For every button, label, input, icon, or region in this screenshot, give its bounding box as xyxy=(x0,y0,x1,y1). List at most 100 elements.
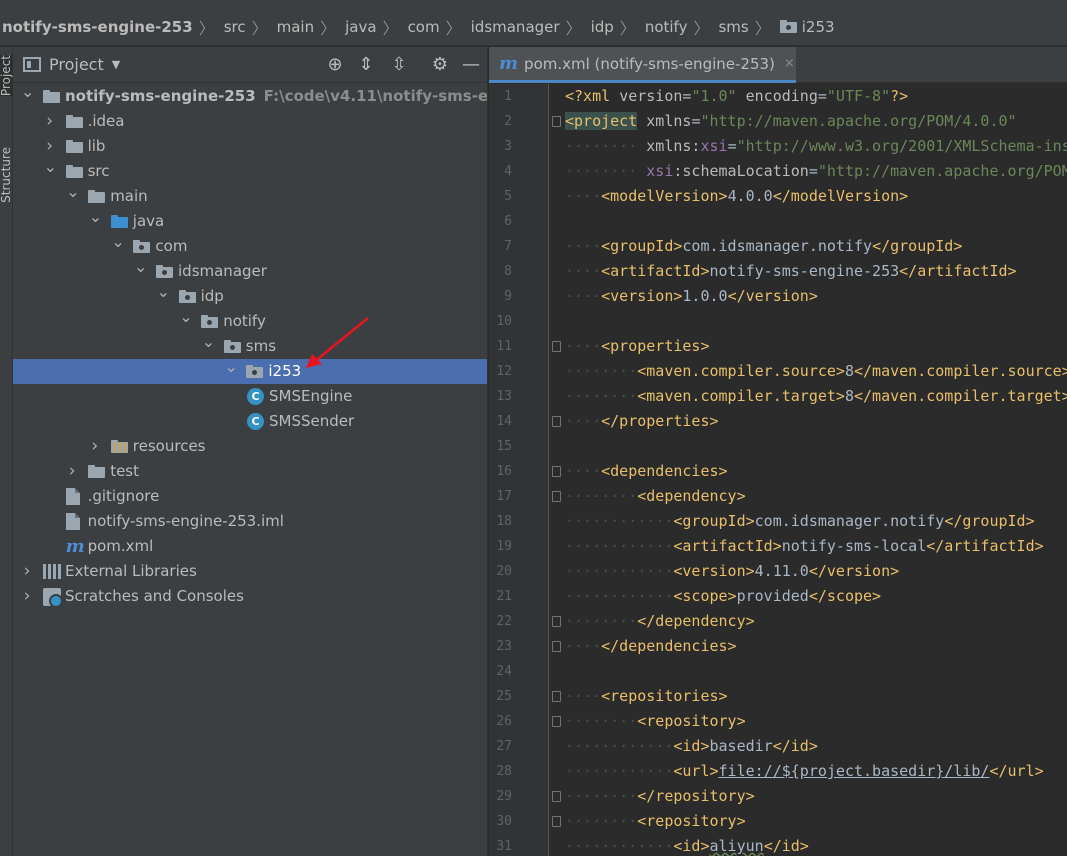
chevron-right-icon[interactable]: › xyxy=(21,559,33,584)
chevron-down-icon[interactable]: ⌄ xyxy=(202,334,215,354)
tree-node-notify-sms-engine-253[interactable]: ⌄ notify-sms-engine-253 F:\code\v4.11\noti… xyxy=(13,84,487,109)
tree-node-resources[interactable]: › resources xyxy=(13,434,487,459)
tree-node-lib[interactable]: › lib xyxy=(13,134,487,159)
code-line[interactable]: ········</repository> xyxy=(565,784,755,809)
breadcrumb-item[interactable]: notify xyxy=(645,18,688,36)
code-line[interactable]: ············<url>file://${project.basedi… xyxy=(565,759,1044,784)
chevron-down-icon[interactable]: ⌄ xyxy=(21,84,34,104)
code-line[interactable]: ····<dependencies> xyxy=(565,459,728,484)
chevron-right-icon[interactable]: › xyxy=(44,109,56,134)
tree-node-notify-sms-engine-253-iml[interactable]: notify-sms-engine-253.iml xyxy=(13,509,487,534)
menu-bar[interactable] xyxy=(0,0,1067,8)
breadcrumb-item[interactable]: sms xyxy=(718,18,748,36)
code-line[interactable]: ········ xmlns:xsi="http://www.w3.org/20… xyxy=(565,134,1067,159)
hide-panel-icon[interactable]: — xyxy=(461,55,481,75)
tree-node-src[interactable]: ⌄ src xyxy=(13,159,487,184)
tree-node-i253[interactable]: ⌄ i253 xyxy=(13,359,487,384)
code-line[interactable]: ········<dependency> xyxy=(565,484,746,509)
fold-marker-icon[interactable] xyxy=(552,716,561,727)
fold-marker-icon[interactable] xyxy=(552,791,561,802)
tree-node-com[interactable]: ⌄ com xyxy=(13,234,487,259)
chevron-down-icon[interactable]: ⌄ xyxy=(134,259,147,279)
gear-icon[interactable]: ⚙ xyxy=(430,55,450,75)
tree-node-scratches-and-consoles[interactable]: › Scratches and Consoles xyxy=(13,584,487,609)
chevron-down-icon[interactable]: ⌄ xyxy=(157,284,170,304)
fold-marker-icon[interactable] xyxy=(552,691,561,702)
code-line[interactable]: ····<artifactId>notify-sms-engine-253</a… xyxy=(565,259,1017,284)
breadcrumb-item[interactable]: com xyxy=(408,18,440,36)
project-view-selector[interactable]: Project xyxy=(49,55,104,74)
tree-node-notify[interactable]: ⌄ notify xyxy=(13,309,487,334)
tab-pom-xml[interactable]: m pom.xml (notify-sms-engine-253) × xyxy=(489,47,796,83)
code-line[interactable]: ············<scope>provided</scope> xyxy=(565,584,881,609)
tree-node-sms[interactable]: ⌄ sms xyxy=(13,334,487,359)
code-line[interactable]: ····<groupId>com.idsmanager.notify</grou… xyxy=(565,234,962,259)
breadcrumb-item[interactable]: notify-sms-engine-253 xyxy=(2,18,193,36)
fold-marker-icon[interactable] xyxy=(552,466,561,477)
chevron-right-icon[interactable]: › xyxy=(44,134,56,159)
chevron-down-icon[interactable]: ⌄ xyxy=(89,209,102,229)
close-icon[interactable]: × xyxy=(784,56,795,71)
fold-marker-icon[interactable] xyxy=(552,616,561,627)
code-line[interactable]: ········<maven.compiler.target>8</maven.… xyxy=(565,384,1067,409)
code-line[interactable]: ········</dependency> xyxy=(565,609,755,634)
fold-marker-icon[interactable] xyxy=(552,641,561,652)
line-number-gutter[interactable]: 1 2 3 4 5 6 7 8 9 10 11 12 13 14 15 16 17 18 19 20 21 22 23 24 2… xyxy=(489,84,561,856)
code-line[interactable]: <?xml version="1.0" encoding="UTF-8"?> xyxy=(565,84,908,109)
code-line[interactable]: ············<version>4.11.0</version> xyxy=(565,559,899,584)
project-tree[interactable]: ⌄ notify-sms-engine-253 F:\code\v4.11\noti… xyxy=(13,84,487,609)
code-line[interactable]: ····<version>1.0.0</version> xyxy=(565,284,818,309)
tree-node-smsengine[interactable]: C SMSEngine xyxy=(13,384,487,409)
code-line[interactable]: <project xmlns="http://maven.apache.org/… xyxy=(565,109,1017,134)
fold-marker-icon[interactable] xyxy=(552,816,561,827)
code-line[interactable]: ············<groupId>com.idsmanager.noti… xyxy=(565,509,1035,534)
fold-marker-icon[interactable] xyxy=(552,491,561,502)
chevron-down-icon[interactable]: ⌄ xyxy=(111,234,124,254)
code-line[interactable]: ····</properties> xyxy=(565,409,719,434)
tree-node-idsmanager[interactable]: ⌄ idsmanager xyxy=(13,259,487,284)
chevron-down-icon[interactable]: ⌄ xyxy=(179,309,192,329)
breadcrumb-item[interactable]: main xyxy=(277,18,314,36)
breadcrumb-item[interactable]: src xyxy=(224,18,246,36)
breadcrumb-item[interactable]: idp xyxy=(591,18,614,36)
structure-tool-tab[interactable]: Structure xyxy=(0,147,13,203)
fold-marker-icon[interactable] xyxy=(552,341,561,352)
code-line[interactable]: ············<id>basedir</id> xyxy=(565,734,818,759)
tree-node-idp[interactable]: ⌄ idp xyxy=(13,284,487,309)
tree-node-idea[interactable]: › .idea xyxy=(13,109,487,134)
code-line[interactable]: ········<repository> xyxy=(565,809,746,834)
code-line[interactable]: ····<repositories> xyxy=(565,684,728,709)
chevron-down-icon[interactable]: ▼ xyxy=(112,58,120,71)
chevron-right-icon[interactable]: › xyxy=(66,459,78,484)
breadcrumb-item[interactable]: i253 xyxy=(779,18,835,36)
fold-marker-icon[interactable] xyxy=(552,416,561,427)
collapse-all-icon[interactable]: ⇳ xyxy=(389,55,409,75)
breadcrumb-item[interactable]: idsmanager xyxy=(471,18,560,36)
code-line[interactable]: ····<properties> xyxy=(565,334,710,359)
tree-node-smssender[interactable]: C SMSSender xyxy=(13,409,487,434)
code-line[interactable]: ············<id>aliyun</id> xyxy=(565,834,809,856)
code-line[interactable]: ········<maven.compiler.source>8</maven.… xyxy=(565,359,1067,384)
tree-node-external-libraries[interactable]: › External Libraries xyxy=(13,559,487,584)
tree-node-main[interactable]: ⌄ main xyxy=(13,184,487,209)
tree-node-gitignore[interactable]: .gitignore xyxy=(13,484,487,509)
locate-file-icon[interactable]: ⊕ xyxy=(325,55,345,75)
code-line[interactable]: ············<artifactId>notify-sms-local… xyxy=(565,534,1044,559)
chevron-down-icon[interactable]: ⌄ xyxy=(44,159,57,179)
chevron-right-icon[interactable]: › xyxy=(89,434,101,459)
code-line[interactable]: ········<repository> xyxy=(565,709,746,734)
code-line[interactable]: ····<modelVersion>4.0.0</modelVersion> xyxy=(565,184,908,209)
chevron-right-icon[interactable]: › xyxy=(21,584,33,609)
tree-node-pom-xml[interactable]: m pom.xml xyxy=(13,534,487,559)
chevron-down-icon[interactable]: ⌄ xyxy=(224,359,237,379)
expand-all-icon[interactable]: ⇕ xyxy=(356,55,376,75)
project-tool-tab[interactable]: Project xyxy=(0,55,13,97)
code-line[interactable]: ········ xsi:schemaLocation="http://mave… xyxy=(565,159,1067,184)
chevron-down-icon[interactable]: ⌄ xyxy=(66,184,79,204)
breadcrumb-item[interactable]: java xyxy=(345,18,376,36)
code-line[interactable]: ····</dependencies> xyxy=(565,634,737,659)
fold-marker-icon[interactable] xyxy=(552,116,561,127)
tree-node-test[interactable]: › test xyxy=(13,459,487,484)
tree-node-java[interactable]: ⌄ java xyxy=(13,209,487,234)
code-area[interactable]: <?xml version="1.0" encoding="UTF-8"?> <p… xyxy=(565,84,1067,856)
